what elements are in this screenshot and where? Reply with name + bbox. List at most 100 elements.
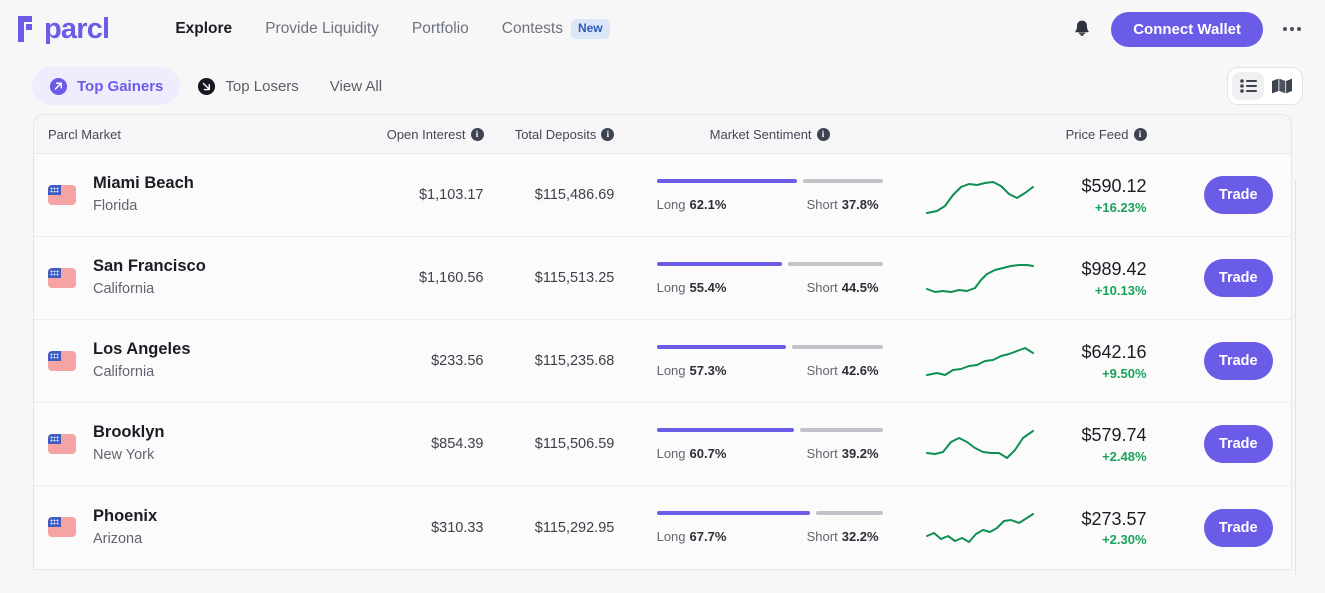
price-feed-cell: $590.12 +16.23% <box>925 175 1186 215</box>
sentiment-long-label: Long 60.7% <box>656 445 727 461</box>
nav-item-contests-label: Contests <box>501 20 563 37</box>
sentiment-bar-short <box>792 344 883 349</box>
price-change-value: +2.30% <box>1102 532 1147 548</box>
price-value: $579.74 <box>1081 425 1147 446</box>
info-icon-market-sentiment[interactable]: i <box>816 127 830 141</box>
trade-button[interactable]: Trade <box>1203 508 1273 547</box>
price-value: $273.57 <box>1081 508 1147 529</box>
arrow-down-right-circle-icon <box>198 77 216 95</box>
table-row[interactable]: Miami Beach Florida $1,103.17 $115,486.6… <box>34 154 1291 237</box>
parcl-logo-text: parcl <box>44 12 110 45</box>
nav-item-provide-liquidity[interactable]: Provide Liquidity <box>265 20 379 38</box>
price-change-value: +9.50% <box>1102 365 1147 381</box>
trade-button[interactable]: Trade <box>1203 176 1273 214</box>
parcl-logo-mark <box>18 16 32 42</box>
parcl-logo[interactable]: parcl <box>18 12 110 45</box>
list-view-button[interactable] <box>1232 72 1264 100</box>
open-interest-value: $310.33 <box>431 519 484 536</box>
sentiment-long-value: 62.1% <box>689 196 727 212</box>
sentiment-bar-long <box>656 344 787 349</box>
sentiment-short-value: 37.8% <box>841 196 879 212</box>
market-city: Phoenix <box>93 506 158 525</box>
sentiment-bar-short <box>802 178 883 183</box>
market-state: California <box>93 281 155 298</box>
sentiment-bar-long <box>656 178 797 183</box>
table-row[interactable]: Phoenix Arizona $310.33 $115,292.95 Long… <box>34 486 1291 569</box>
market-sentiment-cell: Long 67.7% Short 32.2% <box>614 511 925 544</box>
trade-button[interactable]: Trade <box>1203 342 1273 380</box>
bell-icon[interactable] <box>1071 18 1093 40</box>
market-cell: Phoenix Arizona <box>34 505 359 551</box>
connect-wallet-button[interactable]: Connect Wallet <box>1111 11 1263 47</box>
sentiment-short-label: Short 39.2% <box>806 445 879 461</box>
price-feed-cell: $273.57 +2.30% <box>925 508 1186 548</box>
nav-item-portfolio[interactable]: Portfolio <box>412 20 469 38</box>
sentiment-long-value: 57.3% <box>689 362 727 378</box>
top-navigation-bar: parcl Explore Provide Liquidity Portfoli… <box>0 0 1325 58</box>
markets-table: Parcl Market Open Interest i Total Depos… <box>33 114 1292 570</box>
info-icon-total-deposits[interactable]: i <box>601 127 615 141</box>
price-change-value: +2.48% <box>1102 448 1147 464</box>
vertical-scroll-rail[interactable] <box>1295 180 1296 575</box>
open-interest-value: $854.39 <box>431 436 484 452</box>
top-bar-actions: Connect Wallet <box>1071 11 1303 47</box>
total-deposits-value: $115,235.68 <box>534 353 615 369</box>
trade-button[interactable]: Trade <box>1203 425 1273 463</box>
sentiment-bar <box>656 344 883 349</box>
open-interest-value: $1,160.56 <box>418 270 484 286</box>
table-body: Miami Beach Florida $1,103.17 $115,486.6… <box>34 154 1291 569</box>
action-cell: Trade <box>1186 259 1291 297</box>
price-change-value: +10.13% <box>1094 282 1147 298</box>
table-row[interactable]: San Francisco California $1,160.56 $115,… <box>34 237 1291 320</box>
tab-top-losers[interactable]: Top Losers <box>180 67 315 105</box>
price-value: $989.42 <box>1081 259 1147 280</box>
market-sentiment-cell: Long 60.7% Short 39.2% <box>614 427 925 461</box>
column-header-market-sentiment: Market Sentiment i <box>614 127 925 142</box>
list-icon <box>1239 79 1257 93</box>
sentiment-long-label: Long 55.4% <box>656 279 727 295</box>
total-deposits-value: $115,486.69 <box>534 187 615 203</box>
market-sentiment-cell: Long 57.3% Short 42.6% <box>614 344 925 378</box>
column-header-market: Parcl Market <box>48 126 121 142</box>
filter-bar: Top Gainers Top Losers View All <box>0 58 1325 114</box>
price-change-value: +16.23% <box>1094 199 1147 215</box>
table-header-row: Parcl Market Open Interest i Total Depos… <box>34 115 1291 154</box>
sentiment-long-value: 67.7% <box>689 529 727 544</box>
action-cell: Trade <box>1186 342 1291 380</box>
market-sentiment-cell: Long 55.4% Short 44.5% <box>614 261 925 295</box>
new-badge: New <box>570 19 610 39</box>
total-deposits-value: $115,506.59 <box>534 436 615 452</box>
map-view-button[interactable] <box>1266 72 1298 100</box>
sentiment-long-label: Long 57.3% <box>656 362 727 378</box>
market-sentiment-cell: Long 62.1% Short 37.8% <box>614 178 925 212</box>
column-header-open-interest-label: Open Interest <box>386 126 466 142</box>
sentiment-short-value: 42.6% <box>841 362 879 378</box>
sentiment-long-value: 55.4% <box>689 279 727 295</box>
tab-view-all[interactable]: View All <box>316 67 396 105</box>
price-feed-cell: $642.16 +9.50% <box>925 341 1186 381</box>
market-city: Los Angeles <box>93 340 191 359</box>
info-icon-price-feed[interactable]: i <box>1133 127 1147 141</box>
market-state: Florida <box>93 198 138 215</box>
price-value: $590.12 <box>1081 176 1147 197</box>
table-row[interactable]: Los Angeles California $233.56 $115,235.… <box>34 320 1291 403</box>
sentiment-short-label: Short 42.6% <box>806 362 879 378</box>
tab-top-gainers[interactable]: Top Gainers <box>32 67 181 105</box>
market-state: Arizona <box>93 530 143 547</box>
column-header-open-interest: Open Interest i <box>359 127 484 142</box>
trade-button[interactable]: Trade <box>1203 259 1273 297</box>
map-icon <box>1272 78 1292 94</box>
nav-item-explore[interactable]: Explore <box>175 20 232 38</box>
more-horizontal-icon[interactable] <box>1281 21 1303 37</box>
table-row[interactable]: Brooklyn New York $854.39 $115,506.59 Lo… <box>34 403 1291 486</box>
sentiment-bar-short <box>787 261 883 266</box>
sentiment-bar-short <box>815 511 883 515</box>
info-icon-open-interest[interactable]: i <box>470 127 484 141</box>
us-flag-icon <box>48 350 76 371</box>
sentiment-bar-long <box>656 261 782 266</box>
us-flag-icon <box>48 184 76 205</box>
action-cell: Trade <box>1186 508 1291 547</box>
nav-item-contests[interactable]: Contests New <box>501 19 610 39</box>
column-header-market-sentiment-label: Market Sentiment <box>709 126 812 142</box>
market-cell: Brooklyn New York <box>34 421 359 467</box>
